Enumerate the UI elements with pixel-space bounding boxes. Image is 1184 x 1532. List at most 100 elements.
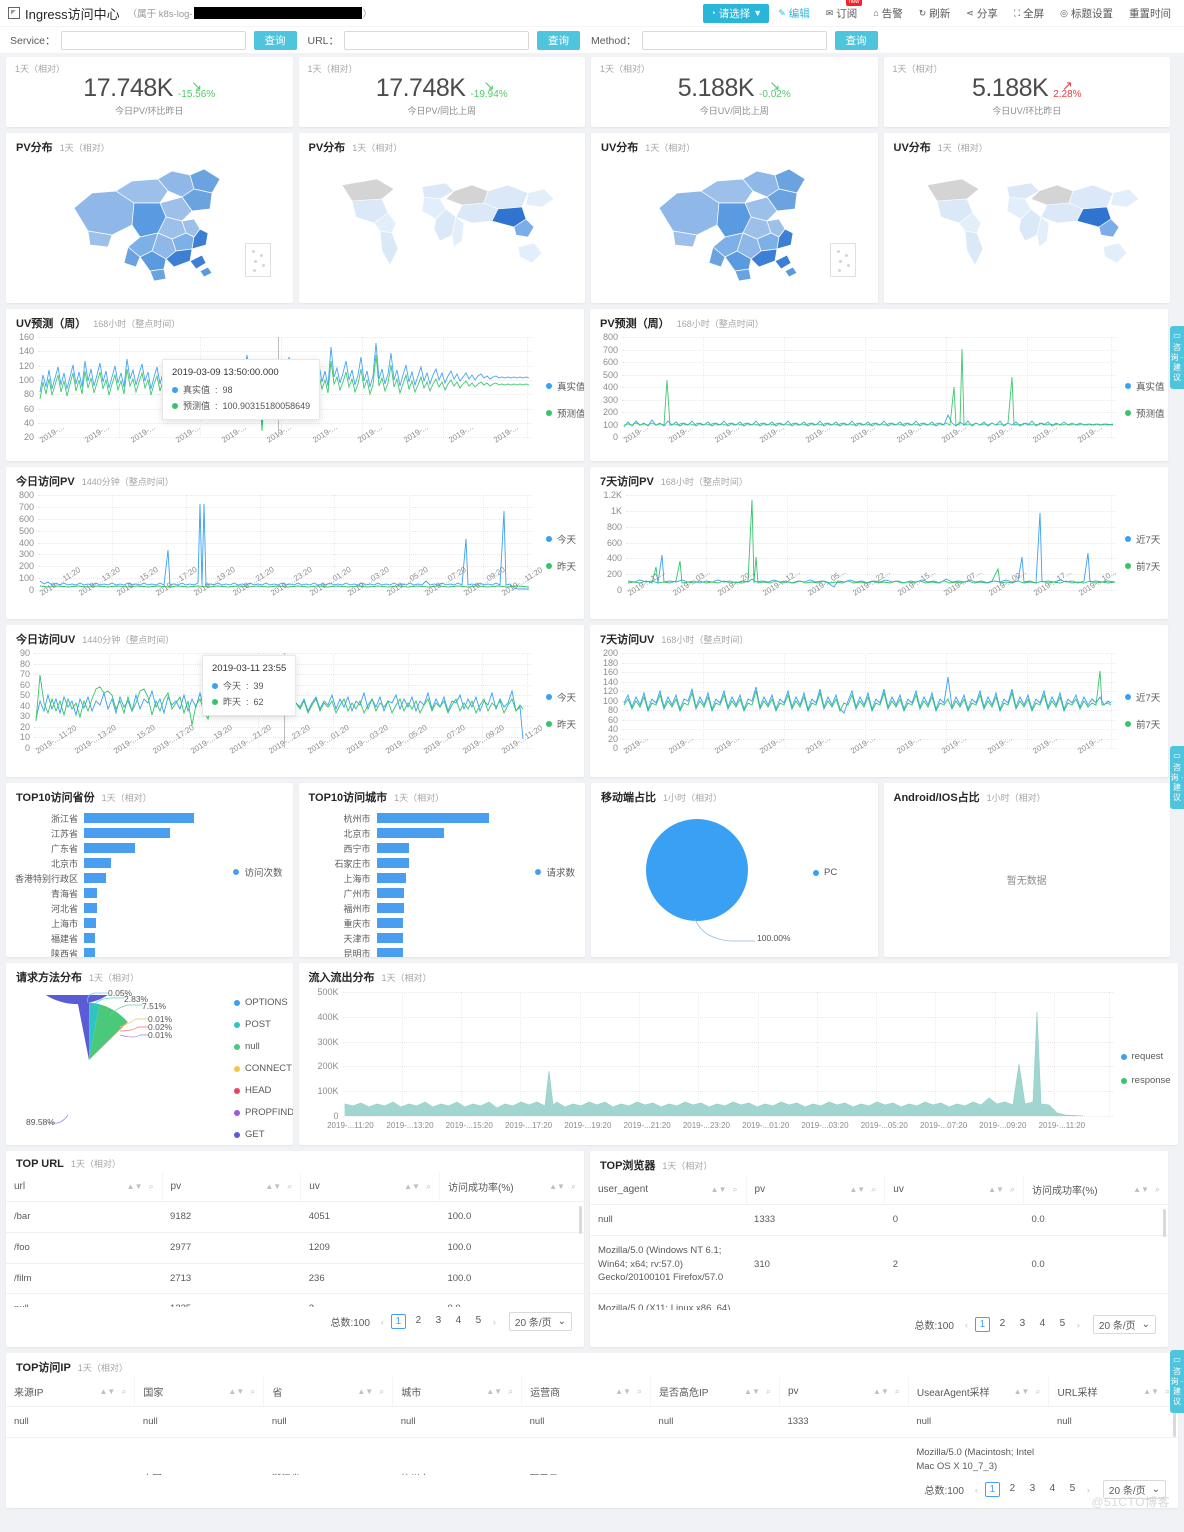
column-header-ua-sample[interactable]: UsearAgent采样 ▲▼ ⌕ [908, 1377, 1050, 1407]
url-query-button[interactable]: 查询 [537, 30, 581, 50]
column-header-uv[interactable]: uv ▲▼ ⌕ [300, 1172, 440, 1202]
page-5-button[interactable]: 5 [1055, 1317, 1070, 1332]
bar-item[interactable]: 北京市 [6, 856, 213, 870]
column-header-user-agent[interactable]: user_agent ▲▼ ⌕ [590, 1175, 747, 1205]
table-row[interactable]: null133520.0 [6, 1293, 584, 1307]
legend-item[interactable]: 请求数 [535, 865, 575, 879]
pie-slice-pc[interactable] [646, 819, 748, 921]
legend-item[interactable]: 今天 [546, 532, 576, 546]
column-header-url[interactable]: url ▲▼ ⌕ [6, 1172, 163, 1202]
legend-item[interactable]: 昨天 [546, 559, 576, 573]
search-icon[interactable]: ⌕ [426, 1181, 431, 1192]
table-scrollbar[interactable] [1163, 1209, 1166, 1237]
column-header-isp[interactable]: 运营商 ▲▼ ⌕ [521, 1377, 652, 1407]
world-map[interactable] [299, 157, 586, 293]
legend-item[interactable]: OPTIONS [234, 997, 293, 1008]
share-button[interactable]: ⋖ 分享 [959, 4, 1005, 23]
prev-page-button[interactable]: ‹ [973, 1485, 980, 1495]
legend-item[interactable]: PROPFIND [234, 1107, 293, 1118]
table-row[interactable]: Mozilla/5.0 (Windows NT 6.1; Win64; x64;… [590, 1235, 1168, 1295]
china-map[interactable] [6, 157, 293, 293]
sort-icon[interactable]: ▲▼ [873, 1388, 889, 1396]
column-header-pv[interactable]: pv ▲▼ ⌕ [162, 1172, 302, 1202]
table-scroll[interactable]: 来源IP ▲▼ ⌕ 国家 ▲▼ ⌕ 省 ▲▼ ⌕ 城市 ▲▼ ⌕ 运营商 ▲▼ ⌕ 是否高危IP ▲▼… [6, 1377, 1178, 1475]
page-3-button[interactable]: 3 [1015, 1317, 1030, 1332]
bar-item[interactable]: 重庆市 [299, 916, 506, 930]
legend-item[interactable]: 今天 [546, 690, 576, 704]
world-map[interactable] [884, 157, 1171, 293]
search-icon[interactable]: ⌕ [571, 1181, 576, 1192]
subscribe-button[interactable]: new ✉ 订阅 [819, 0, 865, 23]
next-page-button[interactable]: › [491, 1317, 498, 1327]
column-header-country[interactable]: 国家 ▲▼ ⌕ [134, 1377, 265, 1407]
page-size-select[interactable]: 20 条/页 ⌄ [1092, 1315, 1156, 1334]
page-4-button[interactable]: 4 [1035, 1317, 1050, 1332]
page-size-select[interactable]: 20 条/页 ⌄ [508, 1312, 572, 1331]
column-header-pv[interactable]: pv ▲▼ ⌕ [779, 1377, 909, 1407]
legend-item[interactable]: response [1120, 1075, 1171, 1086]
bar-item[interactable]: 福州市 [299, 901, 506, 915]
bar-item[interactable]: 浙江省 [6, 811, 213, 825]
method-input[interactable] [641, 30, 827, 50]
sort-icon[interactable]: ▲▼ [549, 1183, 565, 1191]
table-row[interactable]: null 1333 0 0.0 [590, 1204, 1168, 1236]
china-map[interactable] [591, 157, 878, 293]
bar-item[interactable]: 江苏省 [6, 826, 213, 840]
search-icon[interactable]: ⌕ [871, 1184, 876, 1195]
page-2-button[interactable]: 2 [411, 1314, 426, 1329]
page-1-button[interactable]: 1 [390, 1314, 406, 1329]
page-1-button[interactable]: 1 [984, 1482, 1000, 1497]
legend-item[interactable]: null [234, 1041, 293, 1052]
search-icon[interactable]: ⌕ [379, 1386, 384, 1397]
bar-item[interactable]: 上海市 [299, 871, 506, 885]
side-tab-consult[interactable]: ▭ 咨询 · 建议 [1170, 326, 1184, 389]
search-icon[interactable]: ⌕ [121, 1386, 126, 1397]
sort-icon[interactable]: ▲▼ [100, 1388, 116, 1396]
refresh-button[interactable]: ↻ 刷新 [912, 4, 958, 23]
sort-icon[interactable]: ▲▼ [357, 1388, 373, 1396]
search-icon[interactable]: ⌕ [1035, 1386, 1040, 1397]
table-scrollbar[interactable] [579, 1206, 582, 1234]
search-icon[interactable]: ⌕ [287, 1181, 292, 1192]
bar-item[interactable]: 西宁市 [299, 841, 506, 855]
alert-button[interactable]: ⌂ 告警 [866, 4, 909, 23]
search-icon[interactable]: ⌕ [1155, 1184, 1160, 1195]
search-icon[interactable]: ⌕ [1010, 1184, 1015, 1195]
page-3-button[interactable]: 3 [431, 1314, 446, 1329]
prev-page-button[interactable]: ‹ [379, 1317, 386, 1327]
search-icon[interactable]: ⌕ [733, 1184, 738, 1195]
sort-icon[interactable]: ▲▼ [849, 1186, 865, 1194]
table-row[interactable]: 47.97.77.100 中国 浙江省 杭州市 阿里云 0 663 Mozill… [6, 1437, 1178, 1475]
bar-item[interactable]: 上海市 [6, 916, 213, 930]
table-row[interactable]: /foo 2977 1209 100.0 [6, 1232, 584, 1264]
legend-item[interactable]: 近7天 [1125, 532, 1160, 546]
bar-item[interactable]: 陕西省 [6, 946, 213, 957]
bar-item[interactable]: 石家庄市 [299, 856, 506, 870]
prev-page-button[interactable]: ‹ [963, 1320, 970, 1330]
legend-item[interactable]: 昨天 [546, 717, 576, 731]
table-scrollbar[interactable] [1173, 1411, 1176, 1437]
legend-item[interactable]: GET [234, 1129, 293, 1140]
service-input[interactable] [60, 30, 246, 50]
side-tab-consult[interactable]: ▭ 咨询 · 建议 [1170, 746, 1184, 809]
page-1-button[interactable]: 1 [974, 1317, 990, 1332]
legend-item[interactable]: 真实值 [546, 379, 584, 393]
method-pie-svg[interactable] [24, 995, 154, 1125]
sort-icon[interactable]: ▲▼ [1133, 1186, 1149, 1194]
bar-item[interactable]: 广州市 [299, 886, 506, 900]
sort-icon[interactable]: ▲▼ [744, 1388, 760, 1396]
legend-item[interactable]: 真实值 [1125, 379, 1165, 393]
sort-icon[interactable]: ▲▼ [228, 1388, 244, 1396]
fullscreen-button[interactable]: ⛶ 全屏 [1007, 4, 1051, 23]
sort-icon[interactable]: ▲▼ [1014, 1388, 1030, 1396]
legend-item[interactable]: PC [813, 867, 837, 878]
column-header-url-sample[interactable]: URL采样 ▲▼ ⌕ [1048, 1377, 1178, 1407]
bar-item[interactable]: 香港特别行政区 [6, 871, 213, 885]
reset-time-button[interactable]: 重置时间 [1122, 4, 1178, 23]
bar-item[interactable]: 杭州市 [299, 811, 506, 825]
page-5-button[interactable]: 5 [471, 1314, 486, 1329]
sort-icon[interactable]: ▲▼ [988, 1186, 1004, 1194]
column-header-pv[interactable]: pv ▲▼ ⌕ [746, 1175, 886, 1205]
search-icon[interactable]: ⌕ [508, 1386, 513, 1397]
column-header-province[interactable]: 省 ▲▼ ⌕ [263, 1377, 394, 1407]
